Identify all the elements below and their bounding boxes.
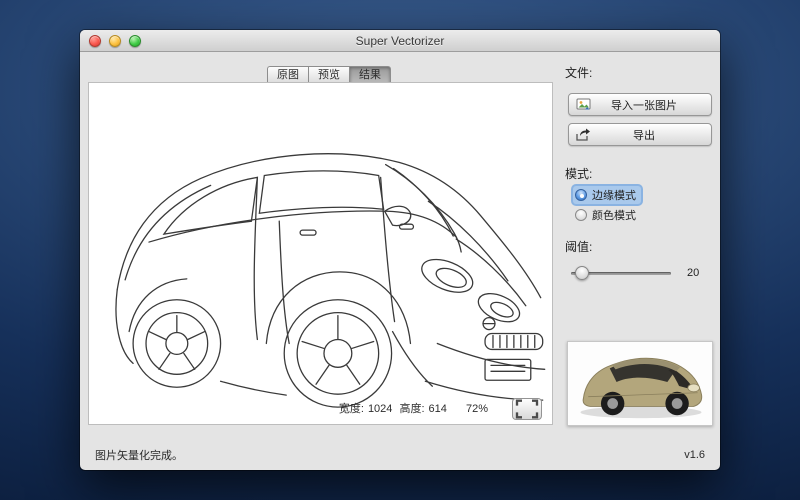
threshold-slider[interactable] [571,272,671,275]
window-controls [89,35,141,47]
threshold-value: 20 [687,267,699,279]
image-import-icon [569,98,597,111]
mode-color-label: 颜色模式 [592,207,636,223]
mode-color-radio-row[interactable]: 颜色模式 [573,206,641,224]
control-panel: 文件: 导入一张图片 导出 模式: [565,64,715,279]
vectorized-car-line-art [89,83,552,424]
title-bar[interactable]: Super Vectorizer [80,30,720,52]
height-value: 614 [429,403,447,415]
mode-edge-label: 边缘模式 [592,187,636,203]
export-button-label: 导出 [597,127,711,143]
mode-edge-radio-row[interactable]: 边缘模式 [573,186,641,204]
radio-checked-icon[interactable] [575,189,587,201]
threshold-slider-row: 20 [571,267,715,279]
import-button-label: 导入一张图片 [597,97,711,113]
radio-unchecked-icon[interactable] [575,209,587,221]
minimize-button[interactable] [109,35,121,47]
fit-to-window-icon [513,399,541,419]
export-arrow-icon [569,128,597,141]
fit-to-window-button[interactable] [512,398,542,420]
import-image-button[interactable]: 导入一张图片 [568,93,712,116]
status-bar: 图片矢量化完成。 v1.6 [80,440,720,470]
image-size-info: 宽度: 1024 高度: 614 72% [335,400,488,416]
app-window: Super Vectorizer 原图 预览 结果 [80,30,720,470]
zoom-button[interactable] [129,35,141,47]
version-label: v1.6 [684,449,705,461]
result-canvas[interactable]: 宽度: 1024 高度: 614 72% [88,82,553,425]
original-car-photo [568,342,712,425]
file-section-label: 文件: [565,64,715,81]
mode-section-label: 模式: [565,165,715,182]
width-label: 宽度: [339,403,364,415]
window-title: Super Vectorizer [356,34,445,48]
threshold-section-label: 阈值: [565,238,715,255]
height-label: 高度: [399,403,424,415]
export-button[interactable]: 导出 [568,123,712,146]
width-value: 1024 [368,403,392,415]
close-button[interactable] [89,35,101,47]
original-image-thumbnail [567,341,713,426]
status-message: 图片矢量化完成。 [95,447,684,463]
slider-knob[interactable] [575,266,589,280]
zoom-percent: 72% [466,403,488,415]
